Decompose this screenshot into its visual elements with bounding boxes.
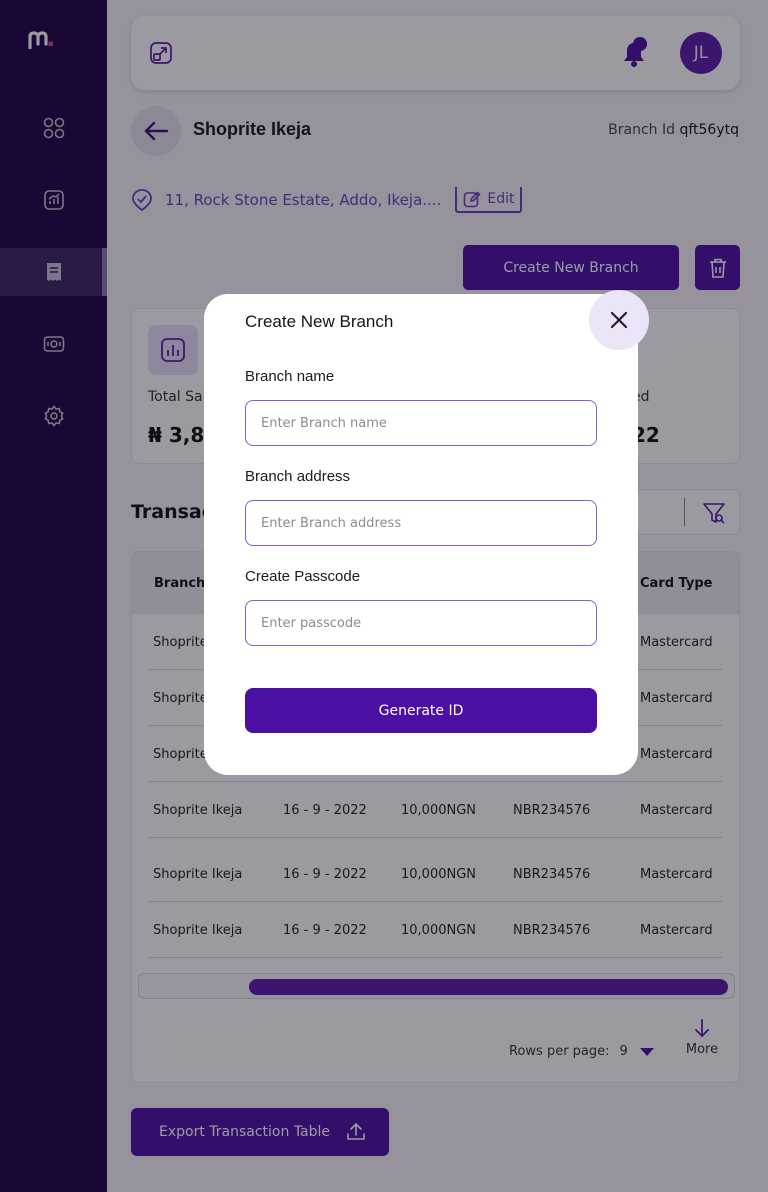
branch-address-input[interactable] bbox=[245, 500, 597, 546]
branch-name-input[interactable] bbox=[245, 400, 597, 446]
create-branch-modal: Create New Branch Branch name Branch add… bbox=[204, 290, 649, 775]
passcode-input[interactable] bbox=[245, 600, 597, 646]
close-icon bbox=[610, 311, 628, 329]
generate-id-button[interactable]: Generate ID bbox=[245, 688, 597, 733]
branch-address-label: Branch address bbox=[245, 468, 351, 485]
modal-title: Create New Branch bbox=[245, 312, 394, 331]
passcode-label: Create Passcode bbox=[245, 568, 361, 585]
close-modal-button[interactable] bbox=[589, 290, 649, 350]
branch-name-label: Branch name bbox=[245, 368, 335, 385]
